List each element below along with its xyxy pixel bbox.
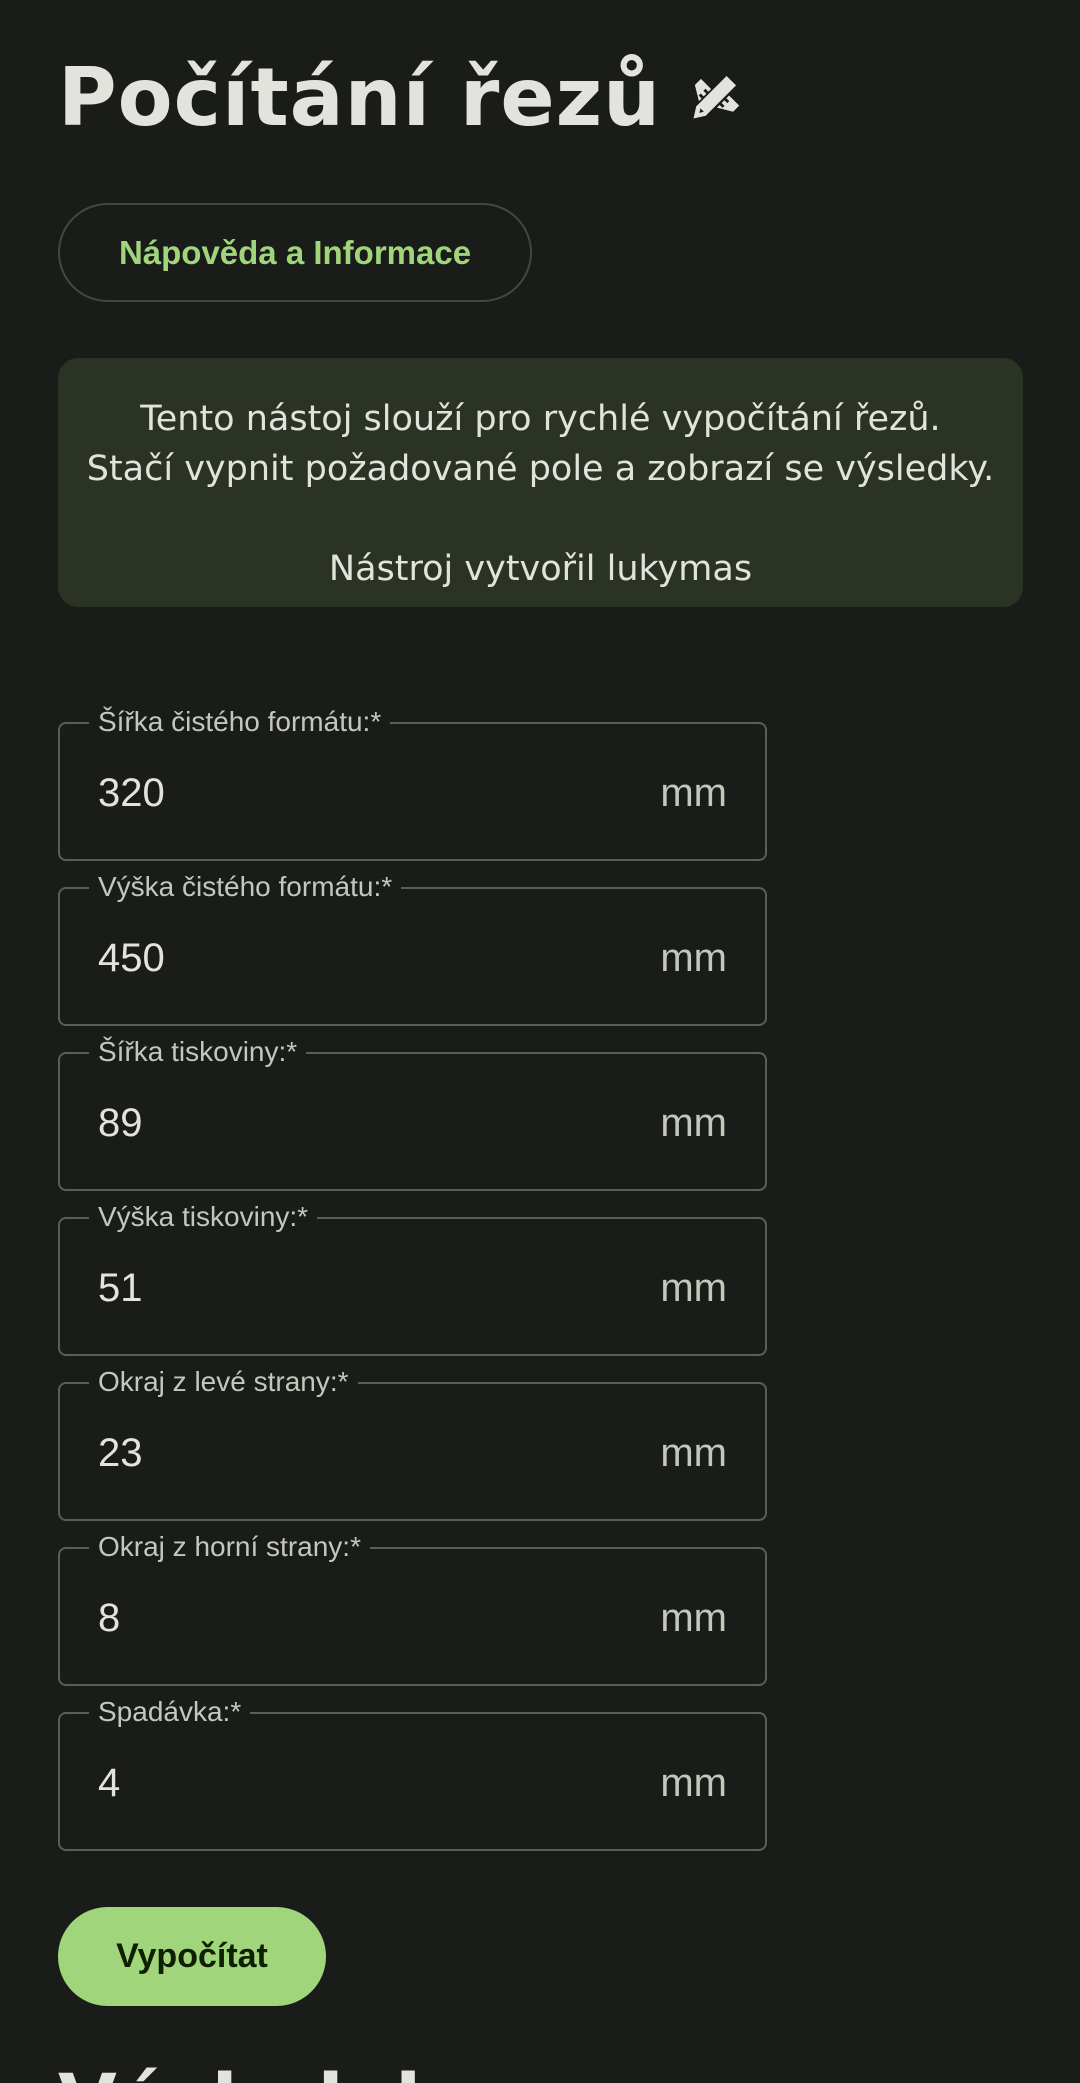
- results-heading: Výsledek: [58, 2052, 446, 2083]
- field-label: Spadávka:*: [89, 1695, 251, 1729]
- left-margin-input[interactable]: [98, 1428, 598, 1478]
- field-unit: mm: [660, 771, 727, 815]
- field-label: Šířka čistého formátu:*: [89, 705, 391, 739]
- field-unit: mm: [660, 1431, 727, 1475]
- field-label: Výška čistého formátu:*: [89, 870, 402, 904]
- field-unit: mm: [660, 936, 727, 980]
- calculate-button-label: Vypočítat: [116, 1937, 268, 1975]
- field-unit: mm: [660, 1266, 727, 1310]
- field-unit: mm: [660, 1596, 727, 1640]
- field-label: Výška tiskoviny:*: [89, 1200, 318, 1234]
- field-label: Šířka tiskoviny:*: [89, 1035, 307, 1069]
- field-label: Okraj z horní strany:*: [89, 1530, 370, 1564]
- clean-format-width-field[interactable]: Šířka čistého formátu:* mm: [58, 705, 767, 861]
- info-card: Tento nástoj slouží pro rychlé vypočítán…: [58, 358, 1023, 607]
- top-margin-field[interactable]: Okraj z horní strany:* mm: [58, 1530, 767, 1686]
- clean-format-height-input[interactable]: [98, 933, 598, 983]
- calculate-button[interactable]: Vypočítat: [58, 1907, 326, 2006]
- print-height-input[interactable]: [98, 1263, 598, 1313]
- left-margin-field[interactable]: Okraj z levé strany:* mm: [58, 1365, 767, 1521]
- info-line-author: Nástroj vytvořil lukymas: [328, 549, 753, 589]
- print-height-field[interactable]: Výška tiskoviny:* mm: [58, 1200, 767, 1356]
- field-label: Okraj z levé strany:*: [89, 1365, 358, 1399]
- field-unit: mm: [660, 1761, 727, 1805]
- top-margin-input[interactable]: [98, 1593, 598, 1643]
- print-width-input[interactable]: [98, 1098, 598, 1148]
- print-width-field[interactable]: Šířka tiskoviny:* mm: [58, 1035, 767, 1191]
- clean-format-height-field[interactable]: Výška čistého formátu:* mm: [58, 870, 767, 1026]
- field-unit: mm: [660, 1101, 727, 1145]
- page-title: Počítání řezů: [58, 51, 662, 144]
- clean-format-width-input[interactable]: [98, 768, 598, 818]
- title-row: Počítání řezů: [58, 48, 741, 148]
- help-info-button-label: Nápověda a Informace: [118, 233, 472, 271]
- info-line-2: Stačí vypnit požadované pole a zobrazí s…: [86, 449, 995, 489]
- bleed-field[interactable]: Spadávka:* mm: [58, 1695, 767, 1851]
- help-info-button[interactable]: Nápověda a Informace: [58, 203, 532, 302]
- info-line-1: Tento nástoj slouží pro rychlé vypočítán…: [140, 399, 941, 439]
- page: Počítání řezů Nápověda a Informace Tento…: [0, 0, 1080, 2083]
- bleed-input[interactable]: [98, 1758, 598, 1808]
- pencil-ruler-icon: [687, 71, 741, 125]
